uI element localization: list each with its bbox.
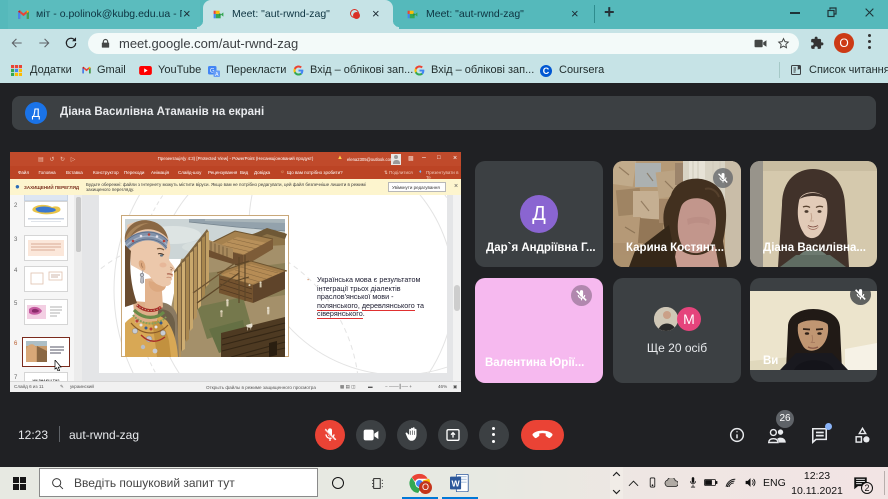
- svg-text:W: W: [451, 479, 460, 489]
